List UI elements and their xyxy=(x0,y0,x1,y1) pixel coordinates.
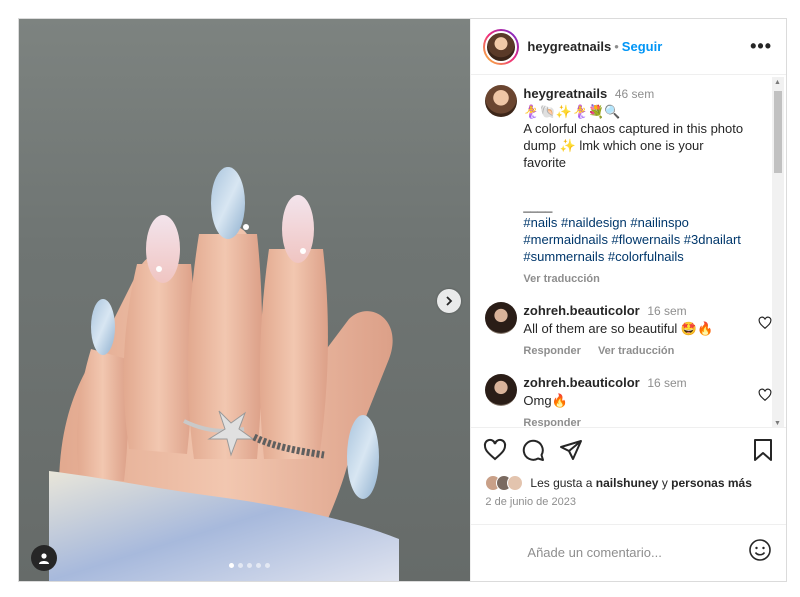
tagged-users-button[interactable] xyxy=(31,545,57,571)
comment-item: zohreh.beauticolor 16 sem All of them ar… xyxy=(485,302,772,360)
comment-time[interactable]: 16 sem xyxy=(647,304,686,318)
likes-rest[interactable]: personas más xyxy=(671,476,752,490)
author-avatar[interactable] xyxy=(483,28,520,65)
caption-translate-link[interactable]: Ver traducción xyxy=(523,273,599,285)
post-side-panel: heygreatnails • Seguir ••• heygreatnails… xyxy=(470,19,786,581)
carousel-dot xyxy=(238,563,243,568)
post-actions xyxy=(471,426,786,472)
comment-username[interactable]: zohreh.beauticolor xyxy=(523,375,639,390)
header-separator: • xyxy=(614,39,619,55)
more-horizontal-icon: ••• xyxy=(750,36,772,57)
comment-input[interactable]: Añade un comentario... xyxy=(527,545,661,560)
nails-photo-illustration xyxy=(49,167,399,581)
comment-like-button[interactable] xyxy=(758,388,772,407)
comment-icon xyxy=(523,439,545,462)
user-tag-icon xyxy=(39,553,49,564)
carousel-dot xyxy=(229,563,234,568)
reply-button[interactable]: Responder xyxy=(523,417,580,427)
likes-conj: y xyxy=(661,476,668,491)
caption-username[interactable]: heygreatnails xyxy=(523,86,607,101)
caption-text: A colorful chaos captured in this photo … xyxy=(523,121,744,171)
comment-text: All of them are so beautiful 🤩🔥 xyxy=(523,321,714,337)
caption-avatar[interactable] xyxy=(485,85,518,118)
caption: heygreatnails 46 sem 🧜‍♀️🐚✨🧜‍♀️💐🔍 A colo… xyxy=(485,85,772,288)
comment-like-button[interactable] xyxy=(758,316,772,335)
likes-prefix: Les gusta a xyxy=(530,476,593,491)
comments-list[interactable]: heygreatnails 46 sem 🧜‍♀️🐚✨🧜‍♀️💐🔍 A colo… xyxy=(471,75,786,427)
more-options-button[interactable]: ••• xyxy=(750,36,772,57)
post-photo[interactable] xyxy=(19,19,471,581)
share-button[interactable] xyxy=(559,438,583,462)
heart-icon xyxy=(484,439,507,461)
save-button[interactable] xyxy=(752,438,774,462)
post-header: heygreatnails • Seguir ••• xyxy=(471,19,786,76)
comment-translate-link[interactable]: Ver traducción xyxy=(598,345,674,357)
caption-time[interactable]: 46 sem xyxy=(615,87,654,101)
add-comment-bar: Añade un comentario... xyxy=(471,523,786,581)
emoji-picker-button[interactable] xyxy=(748,538,772,567)
reply-button[interactable]: Responder xyxy=(523,345,580,357)
next-photo-button[interactable] xyxy=(437,289,461,313)
emoji-icon xyxy=(749,539,771,562)
comment-button[interactable] xyxy=(521,438,545,462)
comment-item: zohreh.beauticolor 16 sem Omg🔥 Responder xyxy=(485,374,772,427)
carousel-dot xyxy=(265,563,270,568)
caption-hashtags[interactable]: #nails #naildesign #nailinspo #mermaidna… xyxy=(523,214,745,265)
liker-avatar xyxy=(507,475,524,492)
bookmark-icon xyxy=(754,439,772,462)
post-date[interactable]: 2 de junio de 2023 xyxy=(471,494,786,524)
comments-scrollbar[interactable]: ▲ ▼ xyxy=(772,77,784,427)
comment-avatar[interactable] xyxy=(485,302,518,335)
post-dialog: heygreatnails • Seguir ••• heygreatnails… xyxy=(18,18,787,582)
carousel-dot xyxy=(256,563,261,568)
comment-username[interactable]: zohreh.beauticolor xyxy=(523,303,639,318)
author-username[interactable]: heygreatnails xyxy=(527,39,611,54)
caption-divider: ____ xyxy=(523,198,553,214)
scrollbar-thumb[interactable] xyxy=(774,91,782,174)
likes-user[interactable]: nailshuney xyxy=(596,476,659,490)
caption-emoji-line: 🧜‍♀️🐚✨🧜‍♀️💐🔍 xyxy=(523,104,621,120)
comment-avatar[interactable] xyxy=(485,374,518,407)
follow-button[interactable]: Seguir xyxy=(622,39,662,54)
scroll-down-arrow-icon[interactable]: ▼ xyxy=(774,420,781,427)
comment-time[interactable]: 16 sem xyxy=(647,376,686,390)
comment-text: Omg🔥 xyxy=(523,393,568,409)
scroll-up-arrow-icon[interactable]: ▲ xyxy=(774,79,781,86)
like-button[interactable] xyxy=(483,438,507,462)
carousel-dot xyxy=(247,563,252,568)
carousel-indicator xyxy=(229,563,270,568)
heart-icon xyxy=(758,316,772,330)
chevron-right-icon xyxy=(446,296,453,306)
heart-icon xyxy=(758,388,772,402)
likes-summary[interactable]: Les gusta a nailshuney y personas más xyxy=(471,472,786,494)
share-icon xyxy=(560,440,583,461)
